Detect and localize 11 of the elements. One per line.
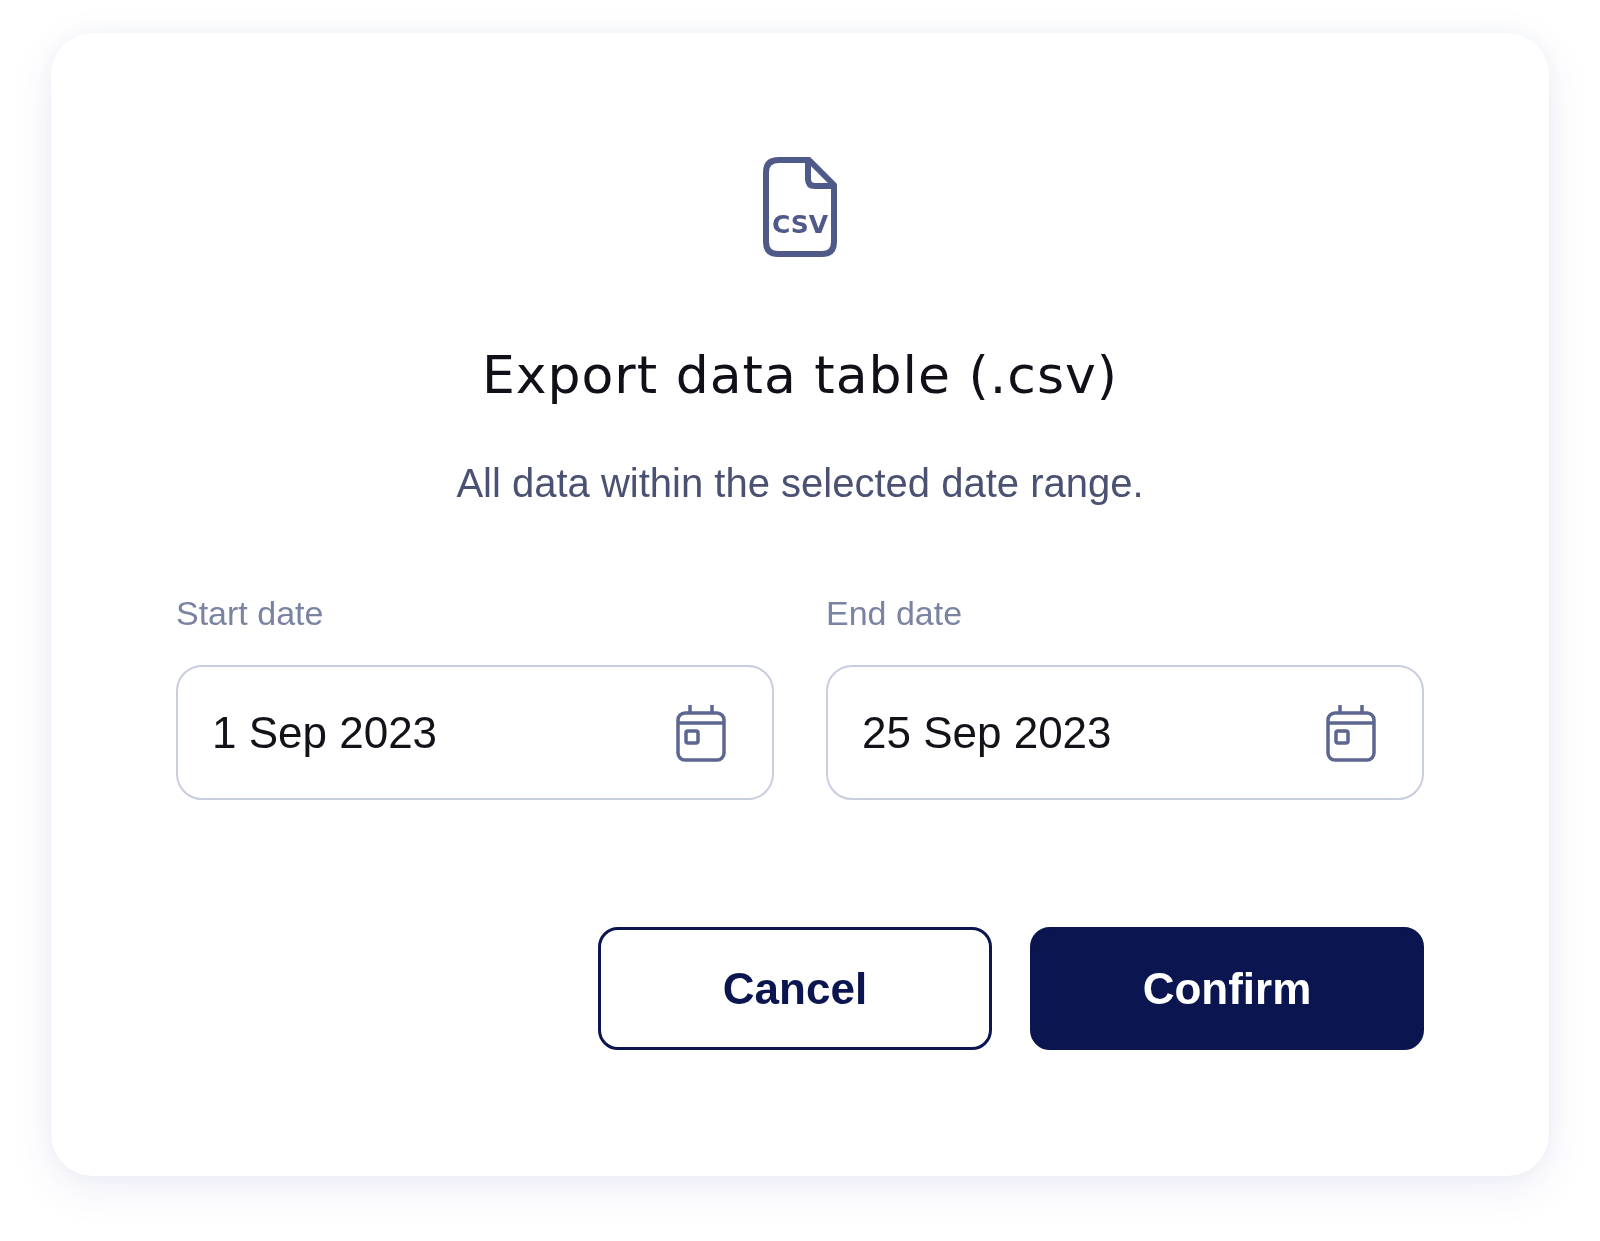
csv-file-icon: CSV xyxy=(763,157,837,257)
date-field[interactable]: 1 Sep 2023 xyxy=(176,665,774,800)
field-label: End date xyxy=(826,593,963,634)
calendar-icon[interactable] xyxy=(676,703,726,762)
dialog-title: Export data table (.csv) xyxy=(481,345,1119,405)
date-field[interactable]: 25 Sep 2023 xyxy=(826,665,1424,800)
cancel-button[interactable]: Cancel xyxy=(598,927,992,1050)
calendar-icon[interactable] xyxy=(1326,703,1376,762)
confirm-button[interactable]: Confirm xyxy=(1030,927,1424,1050)
field-label: Start date xyxy=(176,593,324,634)
dialog-description: All data within the selected date range. xyxy=(456,460,1144,507)
